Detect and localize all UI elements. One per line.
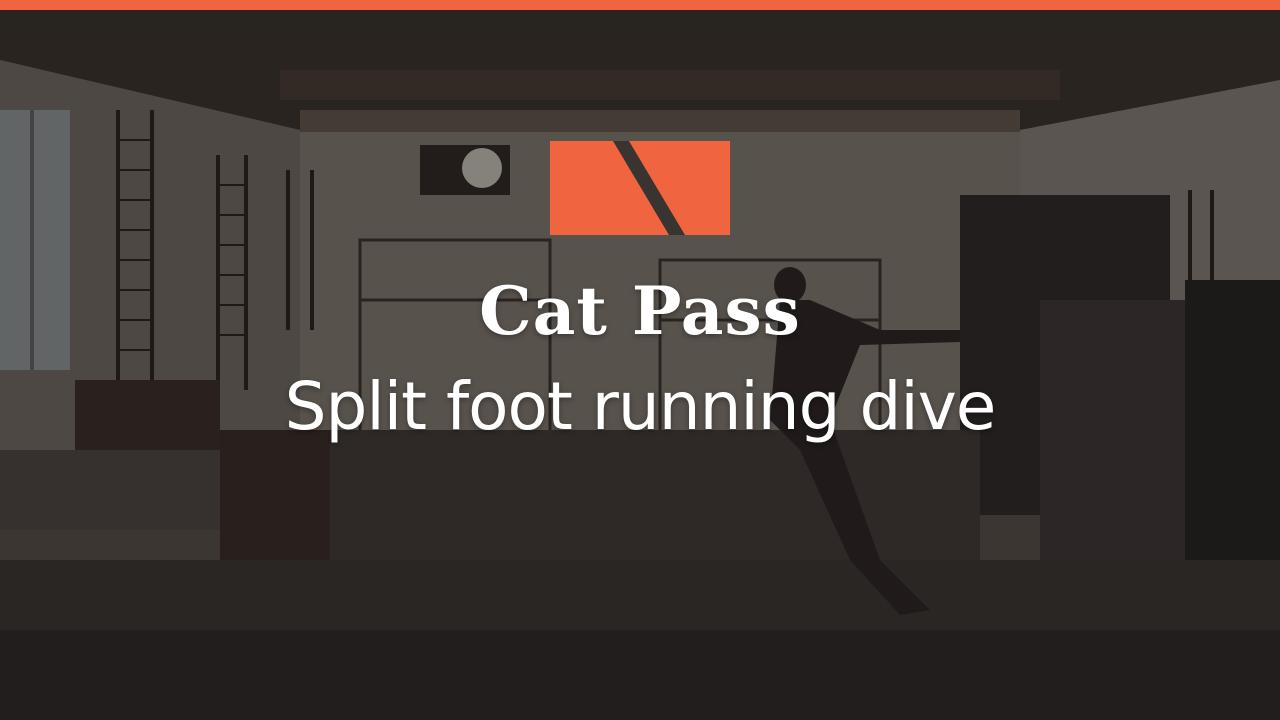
video-subtitle: Split foot running dive (284, 368, 997, 445)
dark-overlay (0, 0, 1280, 720)
accent-top-bar (0, 0, 1280, 10)
video-title: Cat Pass (479, 272, 801, 350)
video-frame: Cat Pass Split foot running dive (0, 0, 1280, 720)
brand-logo-icon (550, 141, 730, 235)
